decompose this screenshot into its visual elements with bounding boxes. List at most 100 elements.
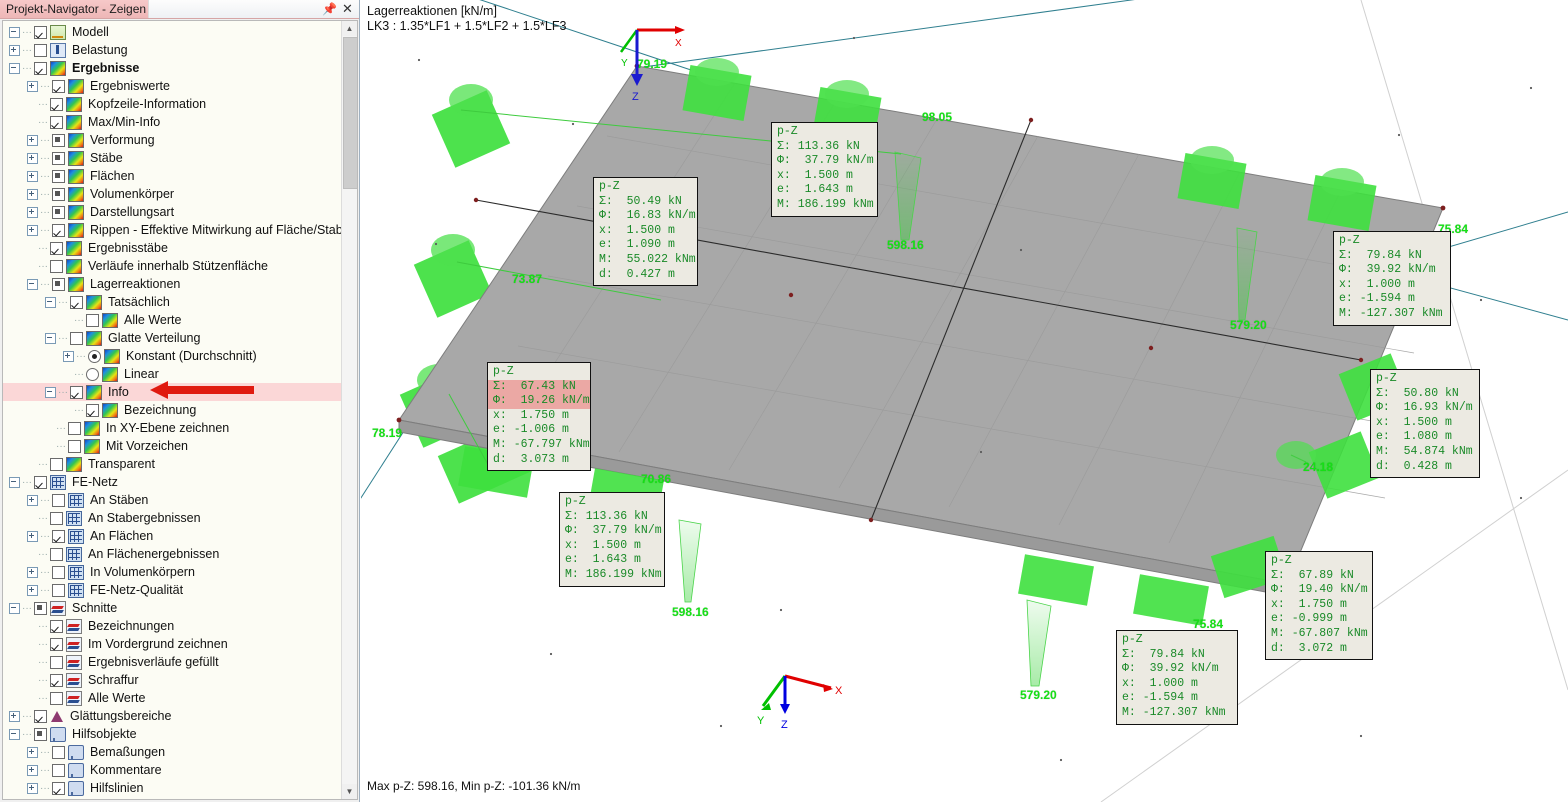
checkbox[interactable] [52, 79, 65, 93]
checkbox[interactable] [52, 745, 65, 759]
checkbox[interactable] [50, 457, 63, 471]
expand-icon[interactable] [27, 152, 38, 164]
tree-item-hilfsobjekte[interactable]: ··· Hilfsobjekte [3, 725, 343, 743]
tree-item-an-fl-chenergebnissen[interactable]: ··· An Flächenergebnissen [3, 545, 343, 563]
tree-item-mit-vorzeichen[interactable]: ··· Mit Vorzeichen [3, 437, 343, 455]
checkbox[interactable] [52, 223, 65, 237]
tree-item-belastung[interactable]: ··· Belastung [3, 41, 343, 59]
tree-item-hilfslinien[interactable]: ··· Hilfslinien [3, 779, 343, 797]
tree-item-alle-werte[interactable]: ··· Alle Werte [3, 689, 343, 707]
tree-item-lagerreaktionen[interactable]: ··· Lagerreaktionen [3, 275, 343, 293]
expand-icon[interactable] [27, 224, 38, 236]
checkbox[interactable] [68, 439, 81, 453]
checkbox[interactable] [52, 205, 65, 219]
checkbox[interactable] [68, 421, 81, 435]
checkbox[interactable] [52, 565, 65, 579]
model-viewport[interactable]: Lagerreaktionen [kN/m] LK3 : 1.35*LF1 + … [361, 0, 1568, 802]
info-box-box-right-lower[interactable]: p-Z Σ: 67.89 kN Φ: 19.40 kN/m x: 1.750 m e: … [1265, 551, 1373, 661]
tree-item-fe-netz-qualit-t[interactable]: ··· FE-Netz-Qualität [3, 581, 343, 599]
tree-item-kopfzeile-information[interactable]: ··· Kopfzeile-Information [3, 95, 343, 113]
checkbox[interactable] [70, 331, 83, 345]
checkbox[interactable] [34, 709, 47, 723]
expand-icon[interactable] [27, 134, 38, 146]
checkbox[interactable] [52, 781, 65, 795]
info-box-box-bottom-left[interactable]: p-Z Σ: 113.36 kN Φ: 37.79 kN/m x: 1.500 m e:… [559, 492, 665, 587]
checkbox[interactable] [50, 259, 63, 273]
checkbox[interactable] [50, 547, 63, 561]
tree-item-rippen-effektive-mitwirkung-auf-fl-che-stab[interactable]: ··· Rippen - Effektive Mitwirkung auf Flä… [3, 221, 343, 239]
tree-item-schnitte[interactable]: ··· Schnitte [3, 599, 343, 617]
checkbox[interactable] [52, 583, 65, 597]
navigator-scrollbar[interactable]: ▲ ▼ [341, 21, 357, 799]
checkbox[interactable] [34, 25, 47, 39]
tree-item-in-volumenk-rpern[interactable]: ··· In Volumenkörpern [3, 563, 343, 581]
tree-item-glatte-verteilung[interactable]: ··· Glatte Verteilung [3, 329, 343, 347]
checkbox[interactable] [50, 637, 63, 651]
expand-icon[interactable] [27, 494, 38, 506]
tree-item-ergebnisst-be[interactable]: ··· Ergebnisstäbe [3, 239, 343, 257]
info-box-box-left-lower[interactable]: p-Z Σ: 67.43 kN Φ: 19.26 kN/m x: 1.750 m e: … [487, 362, 591, 472]
tree-item-an-st-ben[interactable]: ··· An Stäben [3, 491, 343, 509]
radio-button[interactable] [86, 367, 99, 381]
checkbox[interactable] [52, 151, 65, 165]
checkbox[interactable] [86, 313, 99, 327]
expand-icon[interactable] [9, 44, 20, 56]
expand-icon[interactable] [27, 170, 38, 182]
info-box-box-top-center[interactable]: p-Z Σ: 113.36 kN Φ: 37.79 kN/m x: 1.500 m e:… [771, 122, 878, 217]
tree-item-fe-netz[interactable]: ··· FE-Netz [3, 473, 343, 491]
checkbox[interactable] [52, 169, 65, 183]
tree-item-im-vordergrund-zeichnen[interactable]: ··· Im Vordergrund zeichnen [3, 635, 343, 653]
expand-icon[interactable] [27, 782, 38, 794]
tree-item-alle-werte[interactable]: ··· Alle Werte [3, 311, 343, 329]
checkbox[interactable] [34, 727, 47, 741]
close-icon[interactable]: ✕ [340, 1, 355, 16]
tree-item-gl-ttungsbereiche[interactable]: ··· Glättungsbereiche [3, 707, 343, 725]
tree-item-modell[interactable]: ··· Modell [3, 23, 343, 41]
expand-icon[interactable] [27, 566, 38, 578]
tree-item-bema-ungen[interactable]: ··· Bemaßungen [3, 743, 343, 761]
tree-item-transparent[interactable]: ··· Transparent [3, 455, 343, 473]
checkbox[interactable] [52, 187, 65, 201]
scrollbar-thumb[interactable] [343, 37, 357, 189]
tree-item-volumenk-rper[interactable]: ··· Volumenkörper [3, 185, 343, 203]
checkbox[interactable] [34, 43, 47, 57]
tree-item-ergebnisverl-ufe-gef-llt[interactable]: ··· Ergebnisverläufe gefüllt [3, 653, 343, 671]
checkbox[interactable] [52, 529, 65, 543]
tree-item-ergebniswerte[interactable]: ··· Ergebniswerte [3, 77, 343, 95]
collapse-icon[interactable] [27, 278, 38, 290]
scroll-up-icon[interactable]: ▲ [342, 21, 357, 36]
tree-item-in-xy-ebene-zeichnen[interactable]: ··· In XY-Ebene zeichnen [3, 419, 343, 437]
collapse-icon[interactable] [45, 386, 56, 398]
collapse-icon[interactable] [9, 728, 20, 740]
checkbox[interactable] [34, 475, 47, 489]
checkbox[interactable] [50, 655, 63, 669]
tree-item-bezeichnung[interactable]: ··· Bezeichnung [3, 401, 343, 419]
tree-item-fl-chen[interactable]: ··· Flächen [3, 167, 343, 185]
checkbox[interactable] [50, 673, 63, 687]
collapse-icon[interactable] [9, 62, 20, 74]
tree-item-tats-chlich[interactable]: ··· Tatsächlich [3, 293, 343, 311]
info-box-box-right-upper[interactable]: p-Z Σ: 79.84 kN Φ: 39.92 kN/m x: 1.000 m e: … [1333, 231, 1451, 326]
checkbox[interactable] [50, 115, 63, 129]
expand-icon[interactable] [9, 710, 20, 722]
info-box-box-right-middle[interactable]: p-Z Σ: 50.80 kN Φ: 16.93 kN/m x: 1.500 m e: … [1370, 369, 1480, 479]
checkbox[interactable] [34, 61, 47, 75]
expand-icon[interactable] [27, 206, 38, 218]
expand-icon[interactable] [27, 80, 38, 92]
tree-item-schraffur[interactable]: ··· Schraffur [3, 671, 343, 689]
collapse-icon[interactable] [45, 332, 56, 344]
checkbox[interactable] [52, 763, 65, 777]
tree-item-st-be[interactable]: ··· Stäbe [3, 149, 343, 167]
collapse-icon[interactable] [45, 296, 56, 308]
checkbox[interactable] [50, 691, 63, 705]
pin-icon[interactable]: 📌 [322, 1, 337, 16]
tree-item-konstant-durchschnitt[interactable]: ··· Konstant (Durchschnitt) [3, 347, 343, 365]
checkbox[interactable] [34, 601, 47, 615]
checkbox[interactable] [70, 385, 83, 399]
checkbox[interactable] [52, 493, 65, 507]
expand-icon[interactable] [27, 188, 38, 200]
radio-button[interactable] [88, 349, 101, 363]
tree-item-ergebnisse[interactable]: ··· Ergebnisse [3, 59, 343, 77]
checkbox[interactable] [50, 511, 63, 525]
checkbox[interactable] [86, 403, 99, 417]
